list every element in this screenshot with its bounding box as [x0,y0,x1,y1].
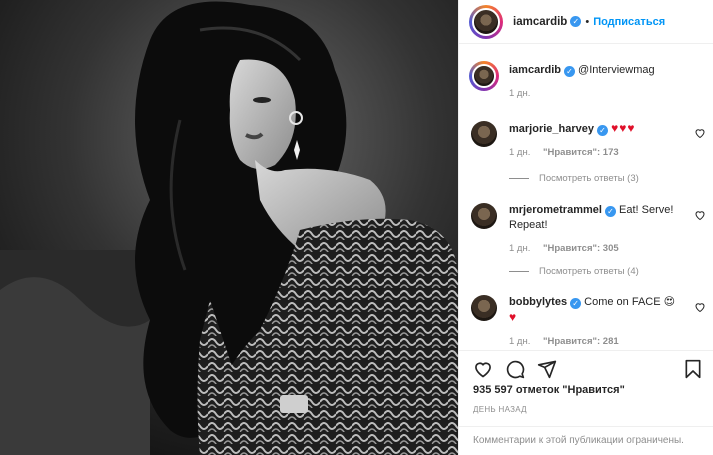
comment-username[interactable]: marjorie_harvey [509,123,594,135]
comment-like-heart-icon[interactable] [694,127,706,139]
comments-disabled-notice: Комментарии к этой публикации ограничены… [459,426,713,455]
comment-username[interactable]: mrjerometrammel [509,204,602,216]
comment-meta: 1 дн. "Нравится": 173 [509,145,684,160]
comment-body: marjorie_harvey ✓ ♥♥♥ 1 дн. "Нравится": 1… [509,121,684,160]
view-replies-label[interactable]: Посмотреть ответы (4) [539,266,639,277]
view-replies-button[interactable]: Посмотреть ответы (3) [509,173,639,184]
post-actions: 935 597 отметок "Нравится" ДЕНЬ НАЗАД Ко… [459,350,713,455]
view-replies-button[interactable]: Посмотреть ответы (4) [509,266,639,277]
comment-username[interactable]: bobbylytes [509,296,567,308]
comment-body: bobbylytes ✓ Come on FACE 😍 ♥ 1 дн. "Нрав… [509,295,684,349]
caption-time[interactable]: 1 дн. [509,88,530,99]
instagram-post: iamcardib ✓ • Подписаться iamcardib ✓ @In… [0,0,713,455]
commenter-avatar[interactable] [471,203,497,229]
comment-text-heart: ♥ [509,310,518,324]
heart-icon[interactable] [473,359,493,379]
caption-body: iamcardib ✓ @Interviewmag 1 дн. [509,63,684,101]
comment-time[interactable]: 1 дн. [509,336,530,347]
post-image-illustration [0,0,458,455]
bookmark-icon[interactable] [683,359,703,379]
post-photo[interactable] [0,0,458,455]
comment-meta: 1 дн. "Нравится": 305 [509,241,684,256]
comment-likes[interactable]: "Нравится": 305 [543,243,619,254]
action-icons [473,359,703,381]
replies-divider [509,178,529,179]
header-separator: • [585,15,590,28]
verified-badge-icon: ✓ [570,298,582,309]
comments-list[interactable]: iamcardib ✓ @Interviewmag 1 дн. marjorie_… [459,45,713,350]
share-icon[interactable] [537,359,557,379]
replies-divider [509,271,529,272]
comment-time[interactable]: 1 дн. [509,243,530,254]
verified-badge-icon: ✓ [570,16,582,27]
comment-text: ♥♥♥ [611,121,636,135]
comment-item: bobbylytes ✓ Come on FACE 😍 ♥ 1 дн. "Нрав… [471,295,706,349]
comment-like-heart-icon[interactable] [694,209,706,221]
comment-time[interactable]: 1 дн. [509,147,530,158]
caption: iamcardib ✓ @Interviewmag 1 дн. [469,61,706,101]
commenter-avatar[interactable] [471,295,497,321]
author-avatar[interactable] [469,4,503,39]
view-replies-label[interactable]: Посмотреть ответы (3) [539,173,639,184]
caption-avatar[interactable] [469,61,499,91]
verified-badge-icon: ✓ [604,206,616,217]
caption-username[interactable]: iamcardib [509,64,561,76]
comment-text: Come on FACE 😍 [584,296,676,308]
comment-meta: 1 дн. "Нравится": 281 [509,334,684,349]
post-like-count[interactable]: 935 597 отметок "Нравится" [473,384,625,396]
comment-item: mrjerometrammel ✓ Eat! Serve! Repeat! 1 д… [471,203,706,256]
comment-body: mrjerometrammel ✓ Eat! Serve! Repeat! 1 д… [509,203,684,256]
post-sidebar: iamcardib ✓ • Подписаться iamcardib ✓ @In… [458,0,713,455]
follow-button[interactable]: Подписаться [593,16,665,28]
comment-item: marjorie_harvey ✓ ♥♥♥ 1 дн. "Нравится": 1… [471,121,706,160]
verified-badge-icon: ✓ [563,66,575,77]
comment-icon[interactable] [505,359,525,379]
caption-text[interactable]: @Interviewmag [578,64,655,76]
author-username[interactable]: iamcardib [513,16,567,28]
caption-meta: 1 дн. [509,86,684,101]
comment-likes[interactable]: "Нравится": 281 [543,336,619,347]
comment-likes[interactable]: "Нравится": 173 [543,147,619,158]
post-timestamp[interactable]: ДЕНЬ НАЗАД [473,405,527,414]
post-header: iamcardib ✓ • Подписаться [459,0,713,44]
verified-badge-icon: ✓ [597,125,608,136]
commenter-avatar[interactable] [471,121,497,147]
comment-like-heart-icon[interactable] [694,301,706,313]
